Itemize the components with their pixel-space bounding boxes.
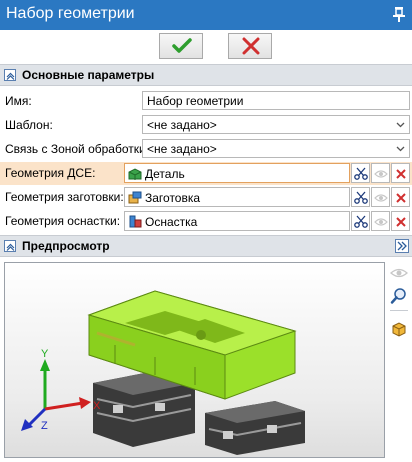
fixture-geometry-label: Геометрия оснастки:: [5, 214, 121, 228]
checkmark-icon: [172, 38, 192, 53]
name-row: Имя: Набор геометрии: [0, 90, 412, 112]
delete-icon: [396, 169, 406, 179]
axis-x-label: X: [93, 400, 101, 412]
cube-icon: [392, 322, 406, 337]
blank-geometry-value: Заготовка: [145, 191, 201, 205]
pin-icon[interactable]: [392, 6, 406, 22]
collapse-icon[interactable]: [4, 240, 16, 252]
right-fixture: [205, 401, 305, 455]
name-input[interactable]: Набор геометрии: [142, 91, 410, 110]
sidebar-divider: [390, 310, 408, 311]
fixture-select-button[interactable]: [351, 211, 370, 231]
part-geometry-row: Геометрия ДСЕ: Деталь: [0, 162, 412, 185]
scissors-icon: [354, 167, 368, 180]
blank-select-button[interactable]: [351, 187, 370, 207]
fixture-visibility-button[interactable]: [371, 211, 390, 231]
delete-icon: [396, 217, 406, 227]
eye-icon: [374, 170, 388, 178]
zoom-icon: [390, 288, 406, 304]
view-cube-button[interactable]: [390, 320, 408, 338]
preview-viewport[interactable]: Y X Z: [4, 262, 385, 458]
eye-icon: [374, 194, 388, 202]
fixture-clear-button[interactable]: [391, 211, 410, 231]
scissors-icon: [354, 191, 368, 204]
fixture-geometry-row: Геометрия оснастки: Оснастка: [0, 210, 412, 233]
fixture-icon: [129, 215, 142, 228]
blank-visibility-button[interactable]: [371, 187, 390, 207]
blank-clear-button[interactable]: [391, 187, 410, 207]
blank-geometry-field[interactable]: Заготовка: [124, 187, 350, 207]
axis-triad: Y X Z: [21, 348, 101, 432]
section-title: Предпросмотр: [22, 239, 110, 253]
blank-geometry-label: Геометрия заготовки:: [5, 190, 124, 204]
axis-z-label: Z: [41, 420, 48, 432]
dialog-toolbar: [0, 30, 412, 62]
zone-label: Связь с Зоной обработки:: [5, 142, 150, 156]
chevron-down-icon: [396, 122, 405, 128]
blank-icon: [128, 191, 142, 204]
eye-icon: [390, 268, 408, 278]
cancel-button[interactable]: [228, 33, 272, 59]
axis-y-label: Y: [41, 348, 49, 360]
model-render: Y X Z: [21, 290, 305, 455]
zone-value: <не задано>: [147, 142, 217, 156]
part-geometry-field[interactable]: Деталь: [124, 163, 350, 183]
template-label: Шаблон:: [5, 118, 53, 132]
part-visibility-button[interactable]: [371, 163, 390, 183]
template-select[interactable]: <не задано>: [142, 115, 410, 134]
section-main-params[interactable]: Основные параметры: [0, 64, 412, 86]
ok-button[interactable]: [159, 33, 203, 59]
template-row: Шаблон: <не задано>: [0, 114, 412, 136]
window-title: Набор геометрии: [6, 5, 135, 22]
delete-icon: [396, 193, 406, 203]
zoom-fit-button[interactable]: [390, 287, 408, 305]
eye-icon: [374, 218, 388, 226]
part-select-button[interactable]: [351, 163, 370, 183]
window-titlebar: Набор геометрии: [0, 0, 412, 30]
fixture-geometry-field[interactable]: Оснастка: [124, 211, 350, 231]
blank-geometry-row: Геометрия заготовки: Заготовка: [0, 186, 412, 209]
zone-row: Связь с Зоной обработки: <не задано>: [0, 138, 412, 160]
preview-visibility-button[interactable]: [390, 264, 408, 282]
part-clear-button[interactable]: [391, 163, 410, 183]
template-value: <не задано>: [147, 118, 217, 132]
zone-select[interactable]: <не задано>: [142, 139, 410, 158]
section-preview[interactable]: Предпросмотр: [0, 235, 412, 257]
section-title: Основные параметры: [22, 68, 155, 82]
expand-icon[interactable]: [395, 239, 409, 253]
part-geometry-label: Геометрия ДСЕ:: [5, 166, 96, 180]
chevron-down-icon: [396, 146, 405, 152]
part-icon: [128, 168, 142, 180]
name-label: Имя:: [5, 94, 32, 108]
scissors-icon: [354, 215, 368, 228]
fixture-geometry-value: Оснастка: [145, 215, 198, 229]
collapse-icon[interactable]: [4, 69, 16, 81]
part-geometry-value: Деталь: [145, 167, 185, 181]
close-icon: [242, 37, 260, 55]
